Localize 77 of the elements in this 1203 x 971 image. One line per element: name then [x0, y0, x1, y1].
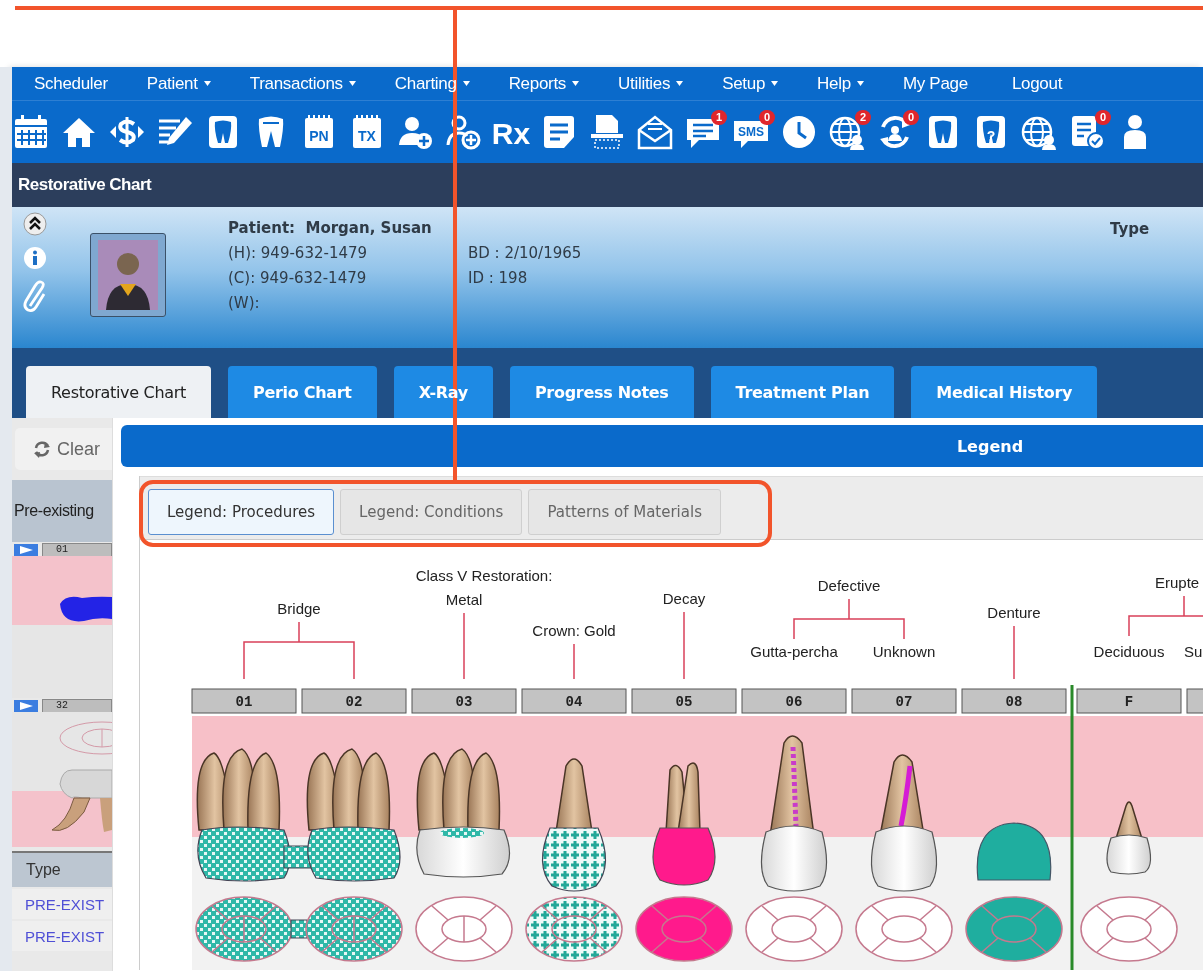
legend-label: Bridge: [277, 600, 321, 617]
menu-item[interactable]: Help: [817, 73, 864, 94]
legend-label: Denture: [987, 604, 1041, 621]
legend-label: Su: [1184, 643, 1203, 660]
play-icon[interactable]: [14, 543, 38, 556]
legend-label: Crown: Gold: [532, 622, 616, 639]
tooth-number: 01: [42, 542, 112, 557]
tab[interactable]: Patterns of Materials: [528, 489, 721, 535]
leader-line: [573, 643, 575, 680]
collapse-icon[interactable]: [23, 212, 47, 236]
clock-icon[interactable]: [780, 113, 818, 151]
tab[interactable]: Medical History: [911, 366, 1098, 418]
play-icon[interactable]: [14, 699, 38, 712]
notification-badge: 1: [711, 110, 727, 125]
section-title: Pre-existing: [12, 480, 112, 542]
occlusal-drawing: [59, 721, 112, 755]
menu-item[interactable]: Reports: [508, 73, 580, 94]
birth-date: BD : 2/10/1965: [468, 244, 583, 262]
info-icon[interactable]: [23, 246, 47, 270]
phone-number: (C): 949-632-1479: [228, 269, 368, 287]
menu-item[interactable]: Logout: [1011, 73, 1063, 94]
tab[interactable]: Progress Notes: [509, 366, 694, 418]
tooth-number: 03: [411, 688, 517, 714]
menu-item[interactable]: Setup: [722, 73, 779, 94]
menu-item[interactable]: Scheduler: [34, 73, 108, 94]
legend-label: Defective: [817, 577, 881, 594]
tooth-number: 06: [741, 688, 847, 714]
column-header: Type: [12, 851, 112, 887]
refresh-icon: [33, 440, 51, 458]
mail-icon[interactable]: [636, 113, 674, 151]
legend-label: Class V Restoration: Metal: [415, 567, 553, 608]
patient-name: Patient: Morgan, Susan: [228, 219, 433, 237]
menu-item[interactable]: My Page: [902, 73, 968, 94]
legend-label: Deciduous: [1093, 643, 1165, 660]
patient-id: ID : 198: [468, 269, 529, 287]
tab[interactable]: Legend: Conditions: [340, 489, 523, 535]
tooth-number: F: [1076, 688, 1182, 714]
tooth-number: 32: [42, 698, 112, 713]
menu-item[interactable]: Transactions: [249, 73, 356, 94]
tooth-number: 08: [961, 688, 1067, 714]
menu-item[interactable]: Patient: [146, 73, 211, 94]
page-title: Restorative Chart: [12, 163, 1203, 207]
tooth-number: 02: [301, 688, 407, 714]
occlusal-connector: [290, 919, 308, 939]
legend-label: Unknown: [872, 643, 936, 660]
leader-line: [683, 611, 685, 680]
tooth-number: [1186, 688, 1203, 714]
tab[interactable]: Perio Chart: [228, 366, 377, 418]
scan-document-icon[interactable]: [588, 113, 626, 151]
tab[interactable]: Treatment Plan: [710, 366, 895, 418]
legend-label: Gutta-percha: [750, 643, 838, 660]
notification-badge: 0: [1095, 110, 1111, 125]
avatar: [98, 240, 158, 310]
paperclip-icon[interactable]: [22, 280, 48, 314]
phone-number: (W):: [228, 294, 261, 312]
legend-label: Decay: [662, 590, 706, 607]
field-label: Type: [1110, 220, 1150, 238]
tooth-number: 01: [191, 688, 297, 714]
phone-number: (H): 949-632-1479: [228, 244, 369, 262]
menu-item[interactable]: Utilities: [618, 73, 684, 94]
leader-line: [463, 612, 465, 680]
tab[interactable]: Legend: Procedures: [148, 489, 335, 535]
leader-line: [1013, 625, 1015, 680]
clear-button[interactable]: Clear: [15, 428, 112, 470]
tooth-drawing: [60, 596, 112, 622]
notification-badge: 0: [903, 110, 919, 125]
tab[interactable]: Restorative Chart: [26, 366, 211, 418]
legend-label: Erupte: [1155, 574, 1200, 591]
add-person-icon[interactable]: [444, 113, 482, 151]
calendar-icon[interactable]: [12, 113, 50, 151]
notification-badge: 2: [855, 110, 871, 125]
dialog-title: Legend: [121, 425, 1203, 467]
tooth-number: 04: [521, 688, 627, 714]
tooth-number: 07: [851, 688, 957, 714]
tooth-number: 05: [631, 688, 737, 714]
prescription-icon[interactable]: Rx: [492, 113, 530, 151]
notification-badge: 0: [759, 110, 775, 125]
